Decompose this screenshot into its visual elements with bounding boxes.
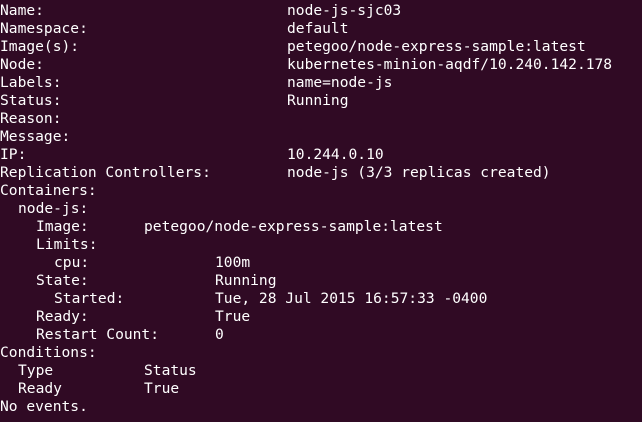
output-line-started: Started: Tue, 28 Jul 2015 16:57:33 -0400	[0, 290, 642, 308]
output-line-labels: Labels: name=node-js	[0, 74, 642, 92]
message-label: Message:	[0, 128, 71, 145]
output-line-restart-count: Restart Count: 0	[0, 326, 642, 344]
ready-value: True	[215, 308, 251, 325]
cpu-label: cpu:	[54, 254, 90, 271]
output-line-reason: Reason:	[0, 110, 642, 128]
output-line-images: Image(s): petegoo/node-express-sample:la…	[0, 38, 642, 56]
replication-controllers-label: Replication Controllers:	[0, 164, 211, 181]
condition-status: True	[144, 380, 180, 397]
images-value: petegoo/node-express-sample:latest	[287, 38, 586, 55]
output-line-status: Status: Running	[0, 92, 642, 110]
output-line-limits: Limits:	[0, 236, 642, 254]
output-line-namespace: Namespace: default	[0, 20, 642, 38]
containers-label: Containers:	[0, 182, 97, 199]
container-image-value: petegoo/node-express-sample:latest	[144, 218, 443, 235]
container-image-label: Image:	[36, 218, 89, 235]
started-label: Started:	[54, 290, 125, 307]
state-label: State:	[36, 272, 89, 289]
output-line-events: No events.	[0, 398, 642, 416]
conditions-header-row: Type Status	[0, 362, 642, 380]
conditions-row: Ready True	[0, 380, 642, 398]
output-line-name: Name: node-js-sjc03	[0, 2, 642, 20]
ip-value: 10.244.0.10	[287, 146, 384, 163]
status-value: Running	[287, 92, 349, 109]
state-value: Running	[215, 272, 277, 289]
output-line-ready: Ready: True	[0, 308, 642, 326]
status-label: Status:	[0, 92, 62, 109]
terminal-window[interactable]: Name: node-js-sjc03 Namespace: default I…	[0, 0, 642, 422]
output-line-conditions: Conditions:	[0, 344, 642, 362]
output-line-container-image: Image: petegoo/node-express-sample:lates…	[0, 218, 642, 236]
ready-label: Ready:	[36, 308, 89, 325]
node-label: Node:	[0, 56, 44, 73]
restart-count-value: 0	[215, 326, 224, 343]
cpu-value: 100m	[215, 254, 251, 271]
images-label: Image(s):	[0, 38, 80, 55]
namespace-value: default	[287, 20, 349, 37]
ip-label: IP:	[0, 146, 27, 163]
labels-value: name=node-js	[287, 74, 393, 91]
name-label: Name:	[0, 2, 44, 19]
output-line-message: Message:	[0, 128, 642, 146]
container-name-label: node-js:	[18, 200, 89, 217]
output-line-node: Node: kubernetes-minion-aqdf/10.240.142.…	[0, 56, 642, 74]
output-line-container-name: node-js:	[0, 200, 642, 218]
reason-label: Reason:	[0, 110, 62, 127]
conditions-label: Conditions:	[0, 344, 97, 361]
labels-label: Labels:	[0, 74, 62, 91]
started-value: Tue, 28 Jul 2015 16:57:33 -0400	[215, 290, 488, 307]
output-line-ip: IP: 10.244.0.10	[0, 146, 642, 164]
conditions-header-type: Type	[18, 362, 54, 379]
events-text: No events.	[0, 398, 88, 415]
restart-count-label: Restart Count:	[36, 326, 160, 343]
namespace-label: Namespace:	[0, 20, 88, 37]
output-line-cpu: cpu: 100m	[0, 254, 642, 272]
conditions-header-status: Status	[144, 362, 197, 379]
output-line-state: State: Running	[0, 272, 642, 290]
name-value: node-js-sjc03	[287, 2, 402, 19]
limits-label: Limits:	[36, 236, 98, 253]
node-value: kubernetes-minion-aqdf/10.240.142.178	[287, 56, 613, 73]
output-line-replication-controllers: Replication Controllers: node-js (3/3 re…	[0, 164, 642, 182]
output-line-containers: Containers:	[0, 182, 642, 200]
condition-type: Ready	[18, 380, 62, 397]
replication-controllers-value: node-js (3/3 replicas created)	[287, 164, 551, 181]
